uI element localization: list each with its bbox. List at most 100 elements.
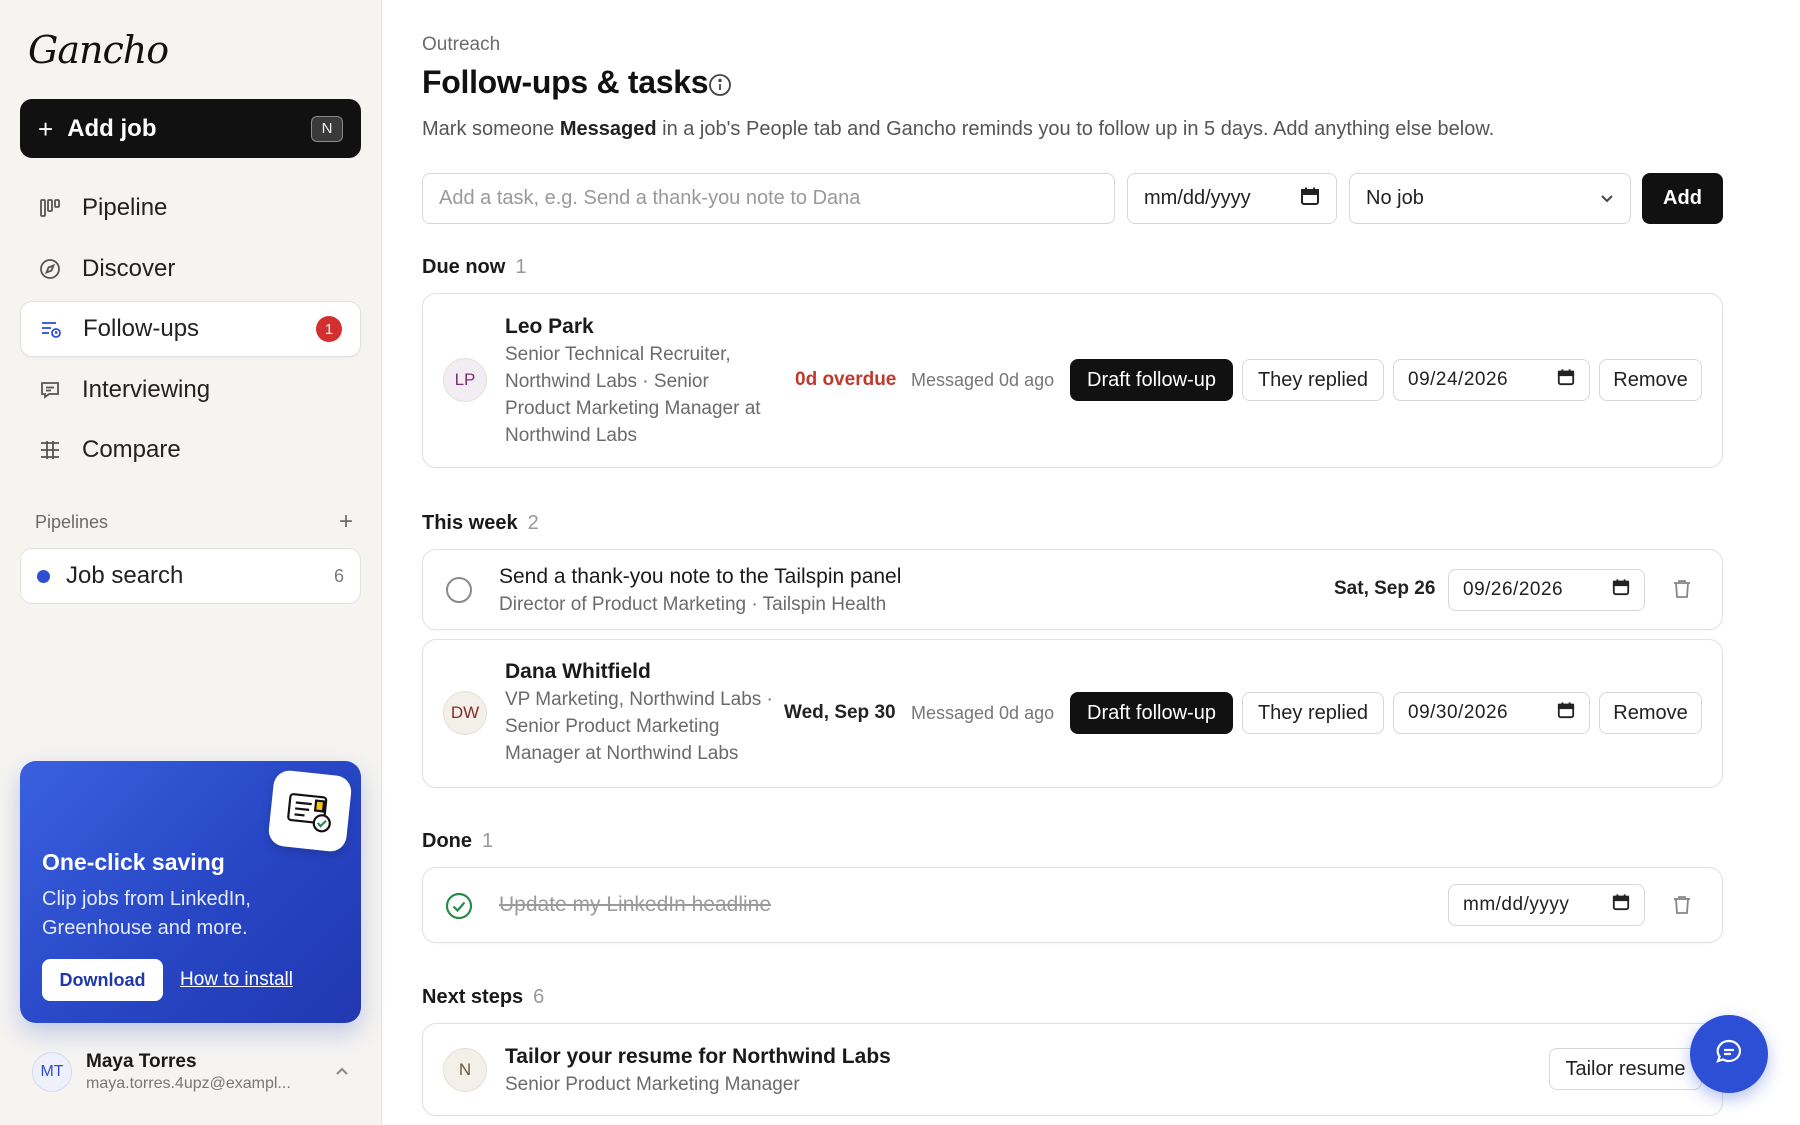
sidebar-item-discover[interactable]: Discover (20, 241, 361, 297)
job-select[interactable]: No job (1349, 173, 1631, 224)
trash-icon[interactable] (1673, 579, 1691, 604)
next-step-detail: Senior Product Marketing Manager (505, 1074, 800, 1095)
user-info: Maya Torres maya.torres.4upz@exampl... (86, 1051, 335, 1093)
date-value: mm/dd/yyyy (1463, 894, 1570, 915)
chevron-down-icon (1600, 187, 1614, 210)
follow-up-card-dana-whitfield: DW Dana Whitfield VP Marketing, Northwin… (422, 639, 1723, 788)
app-logo[interactable]: Gancho (28, 28, 169, 72)
follow-ups-count-badge: 1 (316, 316, 342, 342)
promo-description: Clip jobs from LinkedIn, Greenhouse and … (42, 888, 251, 939)
shortcut-key: N (311, 115, 343, 142)
task-title[interactable]: Send a thank-you note to the Tailspin pa… (499, 565, 901, 589)
avatar: LP (443, 358, 487, 402)
chat-icon (1714, 1037, 1744, 1072)
kanban-icon (38, 196, 62, 220)
date-value: 09/30/2026 (1408, 702, 1509, 723)
user-name: Maya Torres (86, 1051, 197, 1072)
calendar-icon (1612, 893, 1630, 917)
remove-button[interactable]: Remove (1599, 692, 1702, 734)
avatar: MT (32, 1052, 72, 1092)
calendar-icon (1557, 701, 1575, 725)
task-detail: Director of Product Marketing · Tailspin… (499, 594, 887, 615)
section-count: 6 (533, 986, 545, 1008)
draft-follow-up-button[interactable]: Draft follow-up (1070, 359, 1233, 401)
section-count: 1 (482, 830, 494, 852)
task-date-field[interactable]: 09/26/2026 (1448, 569, 1645, 611)
messaged-timestamp: Messaged 0d ago (911, 703, 1055, 723)
next-step-card: N Tailor your resume for Northwind Labs … (422, 1023, 1723, 1116)
section-label: Done (422, 830, 472, 852)
new-task-input[interactable] (422, 173, 1115, 224)
section-heading-this-week: This week 2 (422, 512, 539, 535)
sidebar-item-label: Follow-ups (83, 315, 200, 342)
sidebar-item-label: Pipeline (82, 194, 168, 221)
pipeline-color-dot (37, 569, 50, 583)
table-icon (38, 438, 62, 462)
new-task-date-field[interactable]: mm/dd/yyyy (1127, 173, 1337, 224)
plus-icon: + (38, 113, 54, 144)
add-job-label: Add job (67, 114, 157, 142)
calendar-icon (1300, 186, 1320, 212)
section-label: This week (422, 512, 518, 534)
section-heading-next-steps: Next steps 6 (422, 986, 544, 1009)
page-subtitle: Mark someone Messaged in a job's People … (422, 118, 1494, 141)
pipeline-label: Job search (66, 562, 184, 589)
sidebar-item-label: Compare (82, 436, 181, 463)
page-title: Follow-ups & tasks (422, 64, 709, 100)
they-replied-button[interactable]: They replied (1242, 692, 1384, 734)
calendar-icon (1557, 368, 1575, 392)
sidebar-item-pipeline[interactable]: Pipeline (20, 180, 361, 236)
pipeline-item-job-search[interactable]: Job search 6 (20, 548, 361, 604)
user-menu[interactable]: MT Maya Torres maya.torres.4upz@exampl..… (20, 1040, 361, 1104)
section-count: 2 (527, 512, 539, 534)
chat-support-button[interactable] (1690, 1015, 1768, 1093)
follow-up-date-field[interactable]: 09/30/2026 (1393, 692, 1590, 734)
contact-detail: VP Marketing, Northwind Labs · Senior Pr… (505, 689, 773, 764)
sidebar-item-follow-ups[interactable]: Follow-ups 1 (20, 301, 361, 357)
task-complete-checkbox[interactable] (446, 577, 472, 603)
follow-up-card-leo-park: LP Leo Park Senior Technical Recruiter, … (422, 293, 1723, 468)
subtitle-text-rest: in a job's People tab and Gancho reminds… (656, 118, 1495, 140)
download-button[interactable]: Download (42, 959, 163, 1001)
breadcrumb[interactable]: Outreach (422, 34, 500, 56)
trash-icon[interactable] (1673, 895, 1691, 920)
add-job-button[interactable]: + Add job N (20, 99, 361, 158)
add-task-button[interactable]: Add (1642, 173, 1723, 224)
messaged-timestamp: Messaged 0d ago (911, 370, 1055, 390)
task-due-date: Sat, Sep 26 (1334, 578, 1436, 599)
job-select-value: No job (1366, 187, 1424, 209)
section-label: Due now (422, 256, 506, 278)
info-icon[interactable] (708, 73, 732, 102)
date-value: mm/dd/yyyy (1144, 187, 1251, 209)
promo-title: One-click saving (42, 849, 225, 875)
section-label: Next steps (422, 986, 524, 1008)
check-circle-icon[interactable] (445, 892, 473, 925)
calendar-icon (1612, 578, 1630, 602)
promo-card: One-click saving Clip jobs from LinkedIn… (20, 761, 361, 1023)
task-card-thank-you: Send a thank-you note to the Tailspin pa… (422, 549, 1723, 630)
next-step-title[interactable]: Tailor your resume for Northwind Labs (505, 1045, 891, 1069)
contact-name[interactable]: Leo Park (505, 315, 594, 339)
how-to-install-link[interactable]: How to install (180, 969, 293, 991)
follow-up-date-field[interactable]: 09/24/2026 (1393, 359, 1590, 401)
contact-detail: Senior Technical Recruiter, Northwind La… (505, 344, 761, 446)
remove-button[interactable]: Remove (1599, 359, 1702, 401)
sidebar-item-label: Discover (82, 254, 176, 282)
section-count: 1 (515, 256, 527, 278)
they-replied-button[interactable]: They replied (1242, 359, 1384, 401)
date-value: 09/24/2026 (1408, 369, 1509, 390)
task-title[interactable]: Update my LinkedIn headline (499, 893, 771, 917)
compass-icon (38, 257, 62, 281)
add-pipeline-icon[interactable]: + (339, 508, 353, 536)
sidebar-item-interviewing[interactable]: Interviewing (20, 362, 361, 418)
sidebar-item-compare[interactable]: Compare (20, 422, 361, 478)
task-date-field[interactable]: mm/dd/yyyy (1448, 884, 1645, 926)
chevron-up-icon (335, 1063, 349, 1081)
tailor-resume-button[interactable]: Tailor resume (1549, 1048, 1702, 1090)
sidebar-item-label: Interviewing (82, 375, 211, 403)
contact-name[interactable]: Dana Whitfield (505, 660, 651, 684)
chat-bubble-icon (38, 378, 62, 402)
section-heading-done: Done 1 (422, 830, 493, 853)
avatar: DW (443, 691, 487, 735)
draft-follow-up-button[interactable]: Draft follow-up (1070, 692, 1233, 734)
